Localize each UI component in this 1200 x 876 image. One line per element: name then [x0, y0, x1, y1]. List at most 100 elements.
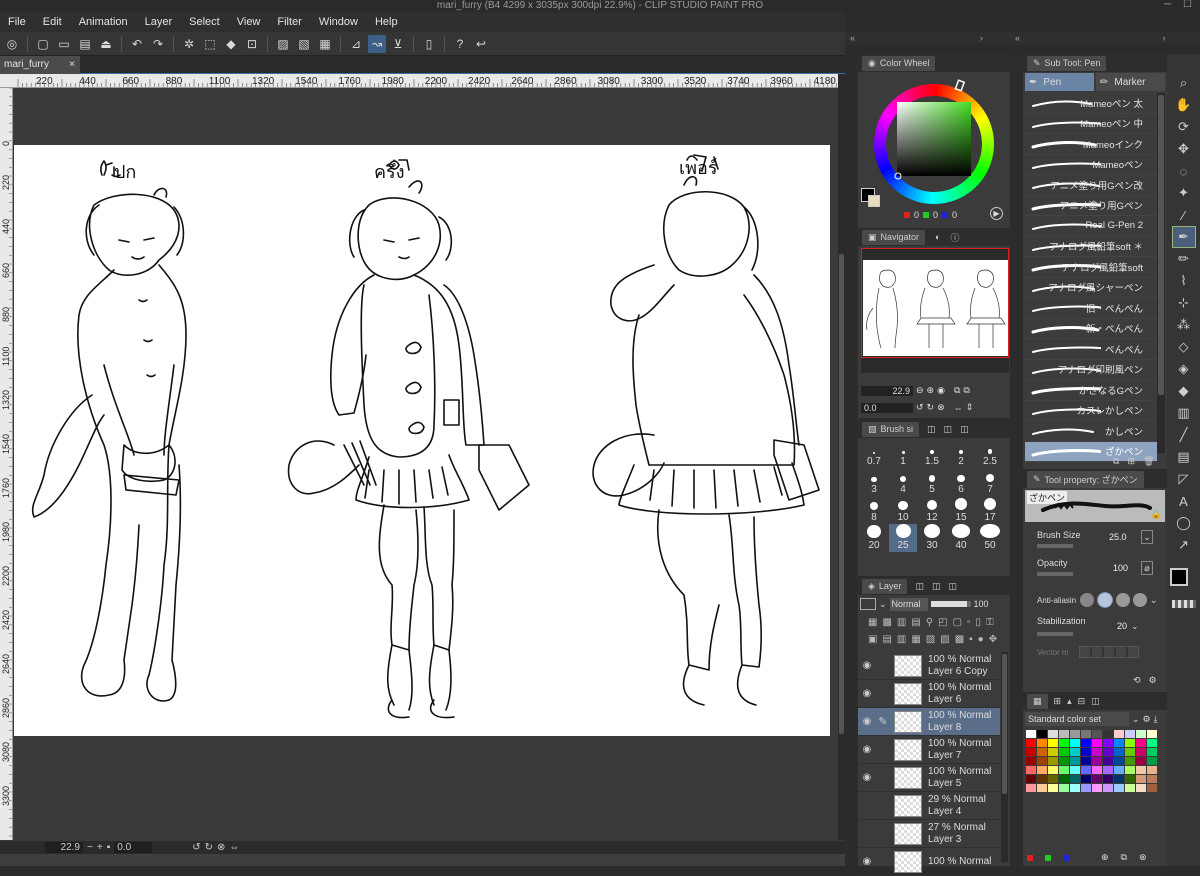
visibility-eye-icon[interactable]: ◉ [858, 688, 876, 699]
close-icon[interactable]: × [69, 56, 75, 74]
save-icon[interactable]: ⤓ [1154, 714, 1158, 725]
color-swatch[interactable] [1048, 748, 1058, 756]
sub-color-swatch[interactable] [868, 195, 880, 207]
panel-tab-icon[interactable]: ⊟ [1078, 696, 1086, 707]
color-swatch[interactable] [1081, 757, 1091, 765]
color-swatch[interactable] [1070, 748, 1080, 756]
color-swatch[interactable] [1103, 739, 1113, 747]
ruler-icon[interactable]: ◸ [1172, 468, 1196, 490]
color-swatch[interactable] [1114, 766, 1124, 774]
blend-mode-select[interactable]: Normal [889, 597, 928, 611]
save-icon[interactable]: ▤ [76, 35, 94, 53]
color-swatch[interactable] [1081, 730, 1091, 738]
return-icon[interactable]: ↩ [472, 35, 490, 53]
correct-line-icon[interactable]: ↗ [1172, 534, 1196, 556]
color-swatch[interactable] [1147, 730, 1157, 738]
brush-size-4[interactable]: 4 [889, 468, 917, 496]
dock-header[interactable]: « › [845, 32, 1010, 44]
color-swatch[interactable] [1081, 748, 1091, 756]
color-wheel[interactable] [858, 72, 1010, 228]
brush-size-8[interactable]: 8 [860, 496, 888, 524]
eraser-icon[interactable]: ◇ [1172, 336, 1196, 358]
zoom-value[interactable]: 22.9 [45, 842, 83, 853]
visibility-eye-icon[interactable]: ◉ [858, 716, 876, 727]
color-swatch[interactable] [1103, 766, 1113, 774]
color-swatch[interactable] [1081, 739, 1091, 747]
delete-icon[interactable]: 🗑 [1143, 456, 1154, 467]
zoom-in-icon[interactable]: ⊕ [927, 385, 935, 396]
color-swatch[interactable] [1103, 748, 1113, 756]
visibility-eye-icon[interactable]: ◉ [858, 772, 876, 783]
layer-tools[interactable]: ▦▩▥▤⚲◰▢▫▯⚿ ▣▤▥▦▧▨▩▪●✥ [868, 614, 1008, 650]
brush-size-0.7[interactable]: 0.7 [860, 440, 888, 468]
redo-icon[interactable]: ↷ [149, 35, 167, 53]
layer-opacity[interactable]: 100 [974, 599, 989, 609]
menu-help[interactable]: Help [375, 16, 398, 28]
pen-edit-icon[interactable]: ✎ [876, 715, 890, 729]
pressure-icon[interactable]: ⌄ [1141, 530, 1153, 544]
settings-icon[interactable]: ⚙ [1143, 714, 1151, 725]
zoom-out-icon[interactable]: − [87, 842, 93, 853]
show-selection-icon[interactable]: ▦ [316, 35, 334, 53]
color-swatch[interactable] [1136, 730, 1146, 738]
brush-size-50[interactable]: 50 [976, 524, 1004, 552]
color-swatch[interactable] [1037, 739, 1047, 747]
navigator-zoom[interactable]: 22.9 [861, 385, 913, 396]
menu-window[interactable]: Window [319, 16, 358, 28]
color-swatch[interactable] [1092, 739, 1102, 747]
figure-icon[interactable]: ╱ [1172, 424, 1196, 446]
tab-color-wheel[interactable]: ◉ Color Wheel [862, 55, 936, 71]
layer-lock-icon[interactable] [876, 687, 890, 701]
scroll-thumb[interactable] [839, 254, 844, 734]
rotate-right-icon[interactable]: ↻ [927, 402, 935, 413]
fit-icon[interactable]: ▪ [107, 842, 111, 853]
rotate-left-icon[interactable]: ↺ [192, 842, 200, 853]
panel-tab-icon[interactable]: ◫ [960, 424, 969, 435]
color-swatch[interactable] [1147, 775, 1157, 783]
color-swatch[interactable] [1037, 757, 1047, 765]
visibility-eye-icon[interactable]: ◉ [858, 856, 876, 867]
clear-outside-icon[interactable]: ⬚ [201, 35, 219, 53]
stabilization-slider[interactable] [1037, 632, 1073, 636]
color-swatch[interactable] [1125, 739, 1135, 747]
color-swatch[interactable] [1147, 757, 1157, 765]
layer-row[interactable]: ◉ 100 % Normal Layer 6 Copy [858, 652, 1000, 680]
menu-edit[interactable]: Edit [43, 16, 62, 28]
subtool-scrollbar[interactable] [1157, 93, 1165, 453]
panel-tab-icon[interactable]: ▴ [1067, 696, 1072, 707]
subtool-item[interactable]: 新・ぺんぺん [1025, 318, 1157, 339]
menu-view[interactable]: View [237, 16, 261, 28]
brush-icon[interactable]: ⌇ [1172, 270, 1196, 292]
panel-tab-icon[interactable]: ◫ [927, 424, 936, 435]
color-swatch[interactable] [1070, 739, 1080, 747]
stabilization-value[interactable]: 20 [1117, 621, 1127, 631]
brush-size-6[interactable]: 6 [947, 468, 975, 496]
flip-vertical-icon[interactable]: ⇕ [966, 402, 974, 413]
layer-row[interactable]: 27 % Normal Layer 3 [858, 820, 1000, 848]
color-swatch[interactable] [1059, 775, 1069, 783]
tablet-icon[interactable]: ▯ [420, 35, 438, 53]
color-swatch[interactable] [1125, 748, 1135, 756]
chevron-down-icon[interactable]: ⌄ [1131, 621, 1139, 632]
add-icon[interactable]: ⊞ [1127, 456, 1135, 467]
panel-tab-icon[interactable]: ◫ [915, 581, 924, 592]
color-swatch[interactable] [1048, 766, 1058, 774]
invert-selection-icon[interactable]: ▧ [295, 35, 313, 53]
color-swatch[interactable] [1037, 748, 1047, 756]
vector-magnet-options[interactable] [1079, 646, 1139, 658]
color-swatch[interactable] [1059, 730, 1069, 738]
layer-lock-icon[interactable] [876, 855, 890, 869]
export-icon[interactable]: ⏏ [97, 35, 115, 53]
app-logo-icon[interactable]: ◎ [3, 35, 21, 53]
color-swatch[interactable] [1103, 730, 1113, 738]
brush-size-2.5[interactable]: 2.5 [976, 440, 1004, 468]
rotate-view-icon[interactable]: ⟳ [1172, 116, 1196, 138]
layer-color-icon[interactable] [860, 598, 876, 610]
layer-lock-icon[interactable] [876, 771, 890, 785]
subtool-item[interactable]: Mameoペン [1025, 154, 1157, 175]
replace-color-icon[interactable]: ⧉ [1121, 852, 1127, 863]
main-color-swatch[interactable] [1170, 568, 1188, 586]
antialias-none[interactable] [1080, 593, 1094, 607]
tab-subtool[interactable]: ✎ Sub Tool: Pen [1027, 55, 1107, 71]
brush-size-10[interactable]: 10 [889, 496, 917, 524]
